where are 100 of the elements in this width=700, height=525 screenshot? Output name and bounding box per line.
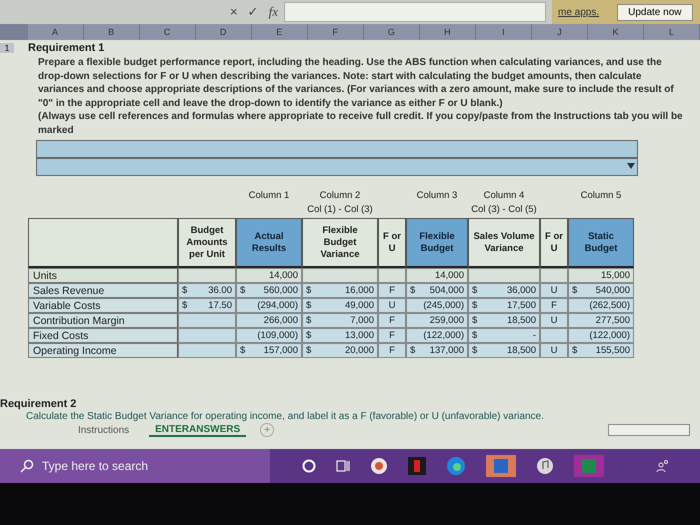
horizontal-scrollbar[interactable] xyxy=(608,424,690,436)
table-cell: $ 20,000 xyxy=(302,343,378,358)
column-formula-label: Col (3) - Col (5) xyxy=(471,204,537,215)
table-cell: $ 540,000 xyxy=(568,283,634,298)
requirement-title: Requirement 1 xyxy=(27,42,104,54)
table-cell: F xyxy=(378,328,406,343)
table-cell: 259,000 xyxy=(406,313,468,328)
update-now-button[interactable]: Update now xyxy=(617,4,692,20)
column-header[interactable]: I xyxy=(476,24,532,40)
table-cell: $ 18,500 xyxy=(468,343,540,358)
table-cell xyxy=(178,328,236,343)
table-cell: 14,000 xyxy=(406,268,468,283)
table-cell xyxy=(178,343,236,358)
dropdown-arrow-icon[interactable] xyxy=(627,163,635,169)
column-header-cell: Budget Amounts per Unit xyxy=(178,218,236,268)
column-header[interactable]: B xyxy=(84,24,140,40)
table-cell: F xyxy=(378,343,406,358)
search-icon xyxy=(20,459,34,473)
table-cell: $ 13,000 xyxy=(302,328,378,343)
table-cell xyxy=(540,268,568,283)
column-header[interactable]: F xyxy=(308,24,364,40)
table-cell: $ - xyxy=(468,328,540,343)
table-cell: $ 560,000 xyxy=(236,283,302,298)
table-cell: U xyxy=(378,298,406,313)
answer-box[interactable] xyxy=(36,158,638,176)
table-cell: $ 137,000 xyxy=(406,343,468,358)
column-group-title: Column 2 xyxy=(320,190,360,201)
table-cell: F xyxy=(378,283,406,298)
column-header-cell: F or U xyxy=(540,218,568,268)
column-group-title: Column 3 xyxy=(416,190,458,201)
browser-icon[interactable] xyxy=(446,456,466,476)
circle-icon[interactable] xyxy=(302,459,316,473)
table-cell xyxy=(178,313,236,328)
table-cell: $ 17,500 xyxy=(468,298,540,313)
table-cell xyxy=(178,268,236,283)
people-icon[interactable] xyxy=(656,459,670,473)
table-cell: $ 16,000 xyxy=(302,283,378,298)
column-header[interactable]: L xyxy=(644,24,700,40)
app-tile-icon[interactable] xyxy=(408,457,426,475)
column-header-cell: Static Budget xyxy=(568,218,634,268)
column-header-cell: Actual Results xyxy=(236,218,302,268)
table-cell: U xyxy=(540,283,568,298)
table-cell xyxy=(378,268,406,283)
table-cell: $ 504,000 xyxy=(406,283,468,298)
row-label-cell: Operating Income xyxy=(28,343,178,358)
table-cell xyxy=(468,268,540,283)
formula-input[interactable] xyxy=(284,2,546,22)
table-cell: (294,000) xyxy=(236,298,302,313)
table-cell: F xyxy=(540,298,568,313)
column-header-cell: Flexible Budget Variance xyxy=(302,218,378,268)
table-cell: U xyxy=(540,313,568,328)
sheet-tab[interactable]: Instructions xyxy=(72,424,136,436)
notice-text: me apps. xyxy=(558,6,600,18)
table-cell xyxy=(540,328,568,343)
table-cell: $ 17.50 xyxy=(178,298,236,313)
table-cell: 14,000 xyxy=(236,268,302,283)
row-number: 1 xyxy=(0,43,14,53)
table-cell: 266,000 xyxy=(236,313,302,328)
column-header[interactable]: D xyxy=(196,24,252,40)
enter-button[interactable]: ✓ xyxy=(248,4,259,20)
table-cell: (109,000) xyxy=(236,328,302,343)
task-view-icon[interactable] xyxy=(336,459,350,473)
row-label-cell: Units xyxy=(28,268,178,283)
sheet-tab[interactable]: ENTERANSWERS xyxy=(149,424,246,436)
table-cell: $ 36.00 xyxy=(178,283,236,298)
document-app-icon[interactable] xyxy=(486,455,516,477)
table-cell: (122,000) xyxy=(568,328,634,343)
column-header[interactable]: G xyxy=(364,24,420,40)
answer-box[interactable] xyxy=(36,140,638,158)
table-cell: $ 155,500 xyxy=(568,343,634,358)
table-cell: $ 36,000 xyxy=(468,283,540,298)
column-header[interactable]: E xyxy=(252,24,308,40)
column-group-title: Column 5 xyxy=(580,190,622,201)
table-cell: $ 7,000 xyxy=(302,313,378,328)
requirement-text: Calculate the Static Budget Variance for operating income, and label it as a F (favorable) or U (unfavorable) variance. xyxy=(26,411,545,422)
table-cell: 15,000 xyxy=(568,268,634,283)
table-cell: U xyxy=(540,343,568,358)
instruction-text: (Always use cell references and formulas where appropriate to receive full credit. If you copy/paste from the Instructions tab you will be marked xyxy=(38,110,684,137)
table-cell: (245,000) xyxy=(406,298,468,313)
cancel-button[interactable]: × xyxy=(230,4,238,20)
table-cell: $ 18,500 xyxy=(468,313,540,328)
column-formula-label: Col (1) - Col (3) xyxy=(307,204,373,215)
column-header[interactable]: A xyxy=(28,24,84,40)
taskbar-search-field[interactable]: Type here to search xyxy=(0,449,270,483)
table-cell: (122,000) xyxy=(406,328,468,343)
table-cell: $ 49,000 xyxy=(302,298,378,313)
column-header[interactable]: K xyxy=(588,24,644,40)
insert-function-button[interactable]: fx xyxy=(268,4,278,20)
row-label-cell: Fixed Costs xyxy=(28,328,178,343)
column-header[interactable]: C xyxy=(140,24,196,40)
column-header[interactable]: J xyxy=(532,24,588,40)
app-icon[interactable] xyxy=(370,457,388,475)
column-group-title: Column 4 xyxy=(484,190,524,201)
table-cell: F xyxy=(378,313,406,328)
column-header[interactable]: H xyxy=(420,24,476,40)
music-note-icon[interactable] xyxy=(536,457,554,475)
add-sheet-button[interactable]: + xyxy=(260,423,274,437)
requirement-title: Requirement 2 xyxy=(0,398,78,410)
instruction-text: Prepare a flexible budget performance report, including the heading. Use the ABS function when calculating variances, and use the drop-down selections for F or U when describing the variances. Note: start with calculating the budget amounts, then calculate variances and choose appropriate descriptions of the variances. (For variances with a zero amount, make sure to include the result of "0" in the appropriate cell and leave the drop-down to identify the variance as either F or U blank.) xyxy=(38,56,675,110)
column-header-cell: F or U xyxy=(378,218,406,268)
